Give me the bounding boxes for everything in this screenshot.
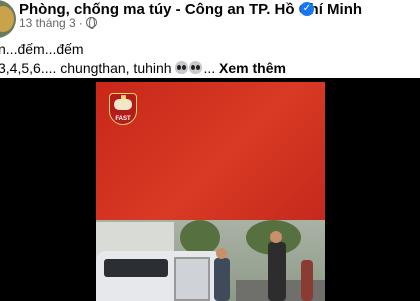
scene-tree — [180, 220, 220, 255]
video-frame — [96, 220, 325, 301]
post-caption: n...đếm...đếm 3,4,5,6.... chungthan, tuh… — [0, 40, 286, 78]
logo-text: FAST — [115, 116, 131, 122]
caption-line-2: 3,4,5,6.... chungthan, tuhinh ... Xem th… — [0, 59, 286, 78]
see-more-link[interactable]: Xem thêm — [219, 60, 286, 76]
car-window — [104, 259, 168, 277]
scene-car — [96, 251, 226, 301]
unit-logo: FAST — [109, 93, 137, 125]
caption-ellipsis: ... — [203, 60, 216, 76]
alien-icon — [175, 61, 189, 74]
post-date-link[interactable]: 13 tháng 3 — [19, 16, 76, 30]
logo-handshake-icon — [114, 99, 132, 110]
scene-person — [214, 258, 230, 301]
scene-person-head — [216, 248, 227, 259]
globe-icon[interactable] — [85, 17, 97, 29]
meta-separator: · — [78, 16, 83, 30]
scene-person — [301, 260, 313, 301]
verified-badge-icon: ✓ — [300, 2, 314, 16]
facebook-post: Phòng, chống ma túy - Công an TP. Hồ Chí… — [0, 0, 420, 301]
scene-person-head — [270, 231, 282, 243]
alien-icon — [189, 61, 203, 74]
post-meta: 13 tháng 3 · — [19, 16, 97, 30]
video-player[interactable]: FAST — [0, 78, 420, 301]
page-avatar[interactable] — [0, 0, 16, 38]
caption-line-1: n...đếm...đếm — [0, 41, 84, 57]
caption-line-2-text: 3,4,5,6.... chungthan, tuhinh — [0, 60, 176, 76]
scene-person — [268, 242, 286, 301]
video-title-card: FAST — [96, 82, 325, 220]
car-door — [174, 257, 210, 301]
post-header: Phòng, chống ma túy - Công an TP. Hồ Chí… — [0, 0, 420, 38]
